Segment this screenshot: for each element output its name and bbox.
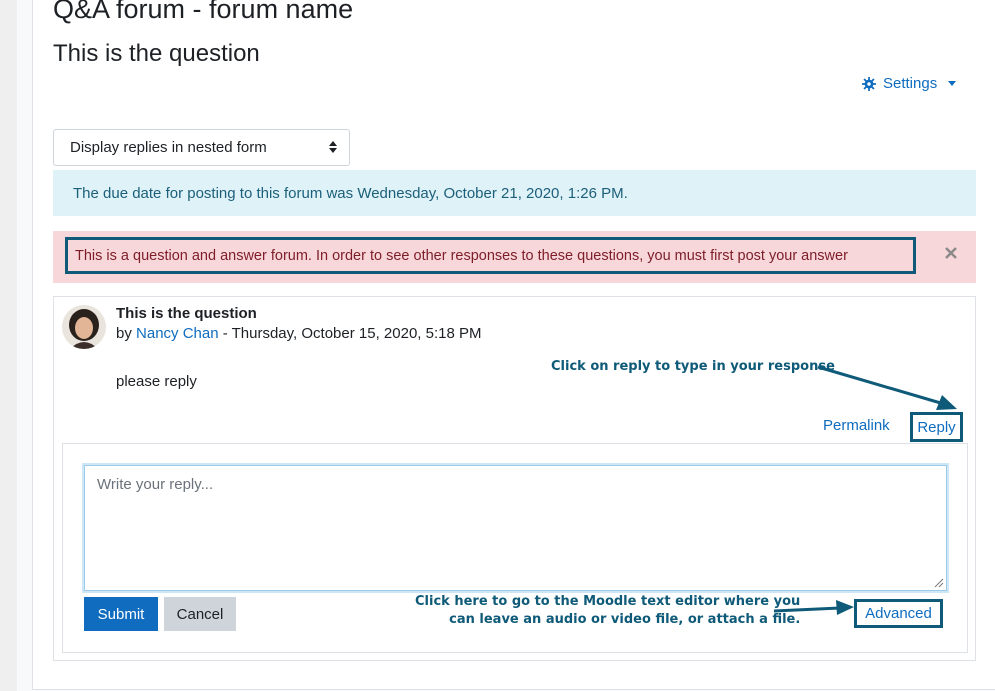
display-mode-value: Display replies in nested form [70,139,267,156]
settings-label: Settings [883,75,938,92]
reply-placeholder: Write your reply... [97,476,214,493]
author-link[interactable]: Nancy Chan [136,325,219,342]
reply-hint-annotation: Click on reply to type in your response [551,359,835,374]
settings-menu[interactable]: Settings [862,75,957,92]
resize-handle-icon[interactable] [932,576,944,588]
caret-down-icon [948,81,957,86]
post-subject: This is the question [116,305,257,322]
post-byline: by Nancy Chan - Thursday, October 15, 20… [116,325,481,342]
main-region: Q&A forum - forum name This is the quest… [32,0,995,690]
gear-icon [862,76,876,91]
advanced-hint-line2: can leave an audio or video file, or att… [449,612,801,627]
qanda-alert-message: This is a question and answer forum. In … [65,237,916,274]
avatar[interactable] [62,305,106,349]
forum-title: Q&A forum - forum name [53,0,354,24]
due-date-text: The due date for posting to this forum w… [73,184,628,202]
reply-label: Reply [917,418,956,436]
advanced-hint-line1: Click here to go to the Moodle text edit… [415,594,801,609]
display-mode-select[interactable]: Display replies in nested form [53,129,350,166]
cancel-button[interactable]: Cancel [164,597,236,631]
advanced-label: Advanced [865,605,932,622]
reply-hint-arrow-icon [817,365,957,410]
post-message: please reply [116,373,197,390]
select-arrows-icon [329,141,337,153]
close-icon[interactable] [944,246,958,260]
due-date-alert: The due date for posting to this forum w… [53,170,976,216]
post-date: - Thursday, October 15, 2020, 5:18 PM [218,325,482,342]
cancel-label: Cancel [176,605,224,623]
submit-button[interactable]: Submit [84,597,158,631]
advanced-button[interactable]: Advanced [854,599,943,628]
qanda-alert: This is a question and answer forum. In … [53,231,976,283]
avatar-image [62,305,106,349]
advanced-hint-annotation: Click here to go to the Moodle text edit… [415,593,800,629]
qanda-alert-text: This is a question and answer forum. In … [75,247,848,264]
left-nav-strip [0,0,17,691]
reply-button[interactable]: Reply [910,412,963,442]
byline-prefix: by [116,325,132,342]
permalink-link[interactable]: Permalink [823,417,890,434]
page-title: This is the question [53,40,260,67]
forum-post: This is the question by Nancy Chan - Thu… [53,296,976,661]
submit-label: Submit [97,605,145,623]
reply-textarea[interactable]: Write your reply... [84,465,947,591]
